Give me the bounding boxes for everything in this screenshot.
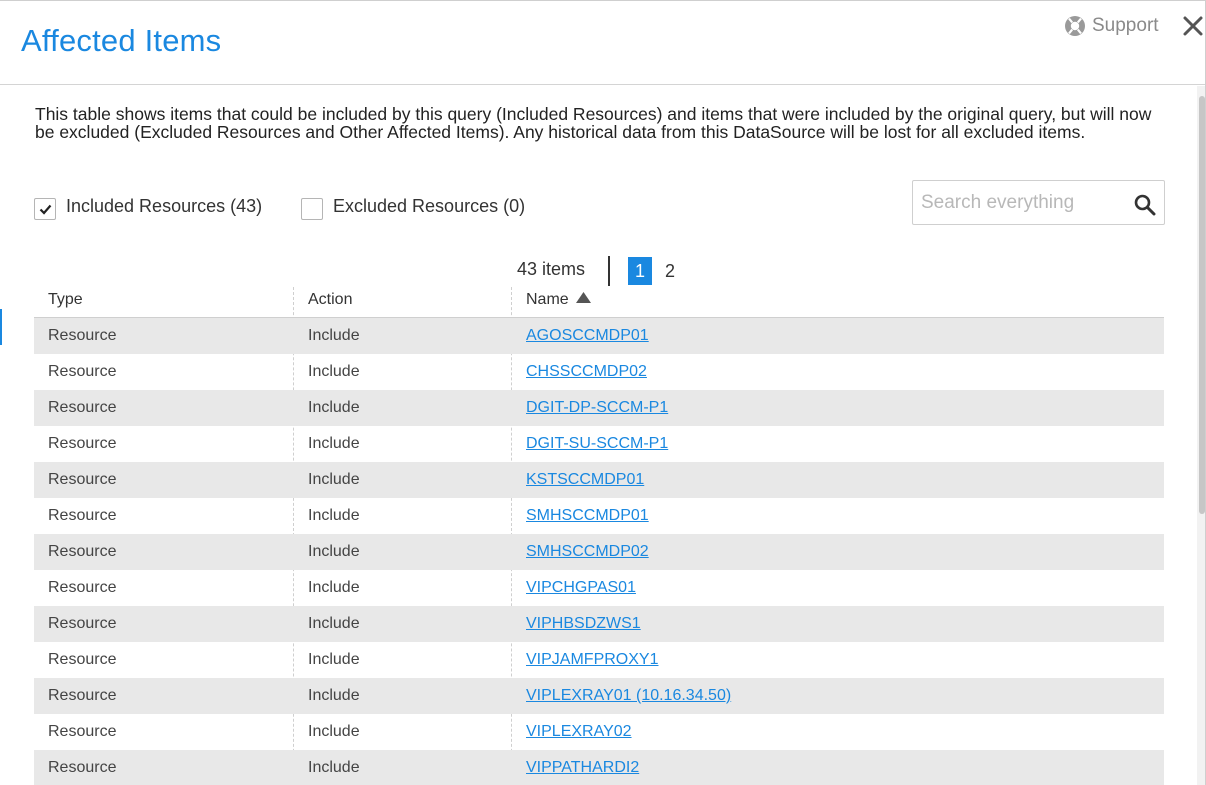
column-header-action[interactable]: Action	[308, 291, 352, 309]
cell-action: Include	[308, 363, 360, 380]
included-resources-checkbox[interactable]	[34, 198, 56, 220]
resource-name-link[interactable]: CHSSCCMDP02	[526, 363, 647, 381]
resource-name-link[interactable]: KSTSCCMDP01	[526, 471, 644, 489]
column-header-name[interactable]: Name	[526, 291, 591, 309]
resource-name-link[interactable]: SMHSCCMDP01	[526, 507, 649, 525]
cell-action: Include	[308, 687, 360, 704]
resource-name-link[interactable]: AGOSCCMDP01	[526, 327, 649, 345]
table-header: Type Action Name	[34, 282, 1164, 318]
cell-action: Include	[308, 651, 360, 668]
page-1-button[interactable]: 1	[628, 257, 652, 285]
resource-name-link[interactable]: VIPCHGPAS01	[526, 579, 636, 597]
cell-type: Resource	[48, 615, 117, 632]
resource-name-link[interactable]: DGIT-SU-SCCM-P1	[526, 435, 668, 453]
close-button[interactable]	[1181, 13, 1205, 39]
resource-name-link[interactable]: VIPHBSDZWS1	[526, 615, 641, 633]
cell-action: Include	[308, 543, 360, 560]
search-box[interactable]	[912, 180, 1165, 225]
table-body: Resource Include AGOSCCMDP01 Resource In…	[34, 318, 1164, 785]
cell-type: Resource	[48, 363, 117, 380]
cell-type: Resource	[48, 471, 117, 488]
resource-name-link[interactable]: VIPJAMFPROXY1	[526, 651, 658, 669]
table-row[interactable]: Resource Include VIPLEXRAY02	[34, 714, 1164, 750]
page-2-button[interactable]: 2	[660, 257, 680, 285]
dialog-title: Affected Items	[21, 23, 222, 58]
excluded-resources-filter[interactable]: Excluded Resources (0)	[301, 192, 525, 220]
cell-action: Include	[308, 327, 360, 344]
lifebuoy-icon	[1065, 16, 1085, 36]
excluded-resources-label: Excluded Resources (0)	[333, 195, 526, 216]
column-header-type[interactable]: Type	[48, 291, 83, 309]
resource-name-link[interactable]: VIPLEXRAY02	[526, 723, 632, 741]
table-row[interactable]: Resource Include VIPPATHARDI2	[34, 750, 1164, 785]
table-row[interactable]: Resource Include AGOSCCMDP01	[34, 318, 1164, 354]
cell-type: Resource	[48, 687, 117, 704]
table-row[interactable]: Resource Include SMHSCCMDP02	[34, 534, 1164, 570]
cell-action: Include	[308, 579, 360, 596]
description-text: This table shows items that could be inc…	[35, 104, 1152, 142]
cell-action: Include	[308, 471, 360, 488]
table-row[interactable]: Resource Include VIPJAMFPROXY1	[34, 642, 1164, 678]
table-row[interactable]: Resource Include DGIT-SU-SCCM-P1	[34, 426, 1164, 462]
checkmark-icon	[39, 204, 52, 215]
cell-action: Include	[308, 399, 360, 416]
cell-action: Include	[308, 507, 360, 524]
resource-name-link[interactable]: SMHSCCMDP02	[526, 543, 649, 561]
included-resources-filter[interactable]: Included Resources (43)	[34, 192, 262, 220]
table-row[interactable]: Resource Include VIPLEXRAY01 (10.16.34.5…	[34, 678, 1164, 714]
cell-type: Resource	[48, 435, 117, 452]
scrollbar-thumb[interactable]	[1199, 96, 1205, 514]
cell-action: Include	[308, 435, 360, 452]
left-edge-accent	[0, 309, 2, 345]
cell-action: Include	[308, 759, 360, 776]
support-label: Support	[1092, 15, 1159, 36]
search-icon[interactable]	[1134, 194, 1156, 216]
affected-items-table: Type Action Name Resource Include AGOSCC…	[34, 282, 1164, 785]
cell-action: Include	[308, 723, 360, 740]
affected-items-dialog: Affected Items Support This table shows …	[0, 0, 1206, 785]
table-row[interactable]: Resource Include SMHSCCMDP01	[34, 498, 1164, 534]
excluded-resources-checkbox[interactable]	[301, 198, 323, 220]
cell-type: Resource	[48, 327, 117, 344]
cell-type: Resource	[48, 543, 117, 560]
resource-name-link[interactable]: VIPPATHARDI2	[526, 759, 639, 777]
search-input[interactable]	[921, 189, 1121, 217]
cell-type: Resource	[48, 399, 117, 416]
column-header-name-label: Name	[526, 291, 569, 308]
support-link[interactable]: Support	[1064, 13, 1159, 39]
table-row[interactable]: Resource Include CHSSCCMDP02	[34, 354, 1164, 390]
item-count: 43 items	[517, 259, 586, 279]
resource-name-link[interactable]: VIPLEXRAY01 (10.16.34.50)	[526, 687, 731, 705]
dialog-header: Affected Items Support	[0, 1, 1205, 85]
sort-ascending-icon	[575, 292, 591, 303]
table-row[interactable]: Resource Include VIPHBSDZWS1	[34, 606, 1164, 642]
cell-action: Include	[308, 615, 360, 632]
close-icon	[1183, 16, 1203, 36]
included-resources-label: Included Resources (43)	[66, 195, 263, 216]
table-row[interactable]: Resource Include KSTSCCMDP01	[34, 462, 1164, 498]
cell-type: Resource	[48, 651, 117, 668]
cell-type: Resource	[48, 507, 117, 524]
dialog-scrollbar[interactable]	[1197, 86, 1205, 785]
table-row[interactable]: Resource Include DGIT-DP-SCCM-P1	[34, 390, 1164, 426]
cell-type: Resource	[48, 579, 117, 596]
cell-type: Resource	[48, 723, 117, 740]
table-row[interactable]: Resource Include VIPCHGPAS01	[34, 570, 1164, 606]
cell-type: Resource	[48, 759, 117, 776]
resource-name-link[interactable]: DGIT-DP-SCCM-P1	[526, 399, 668, 417]
